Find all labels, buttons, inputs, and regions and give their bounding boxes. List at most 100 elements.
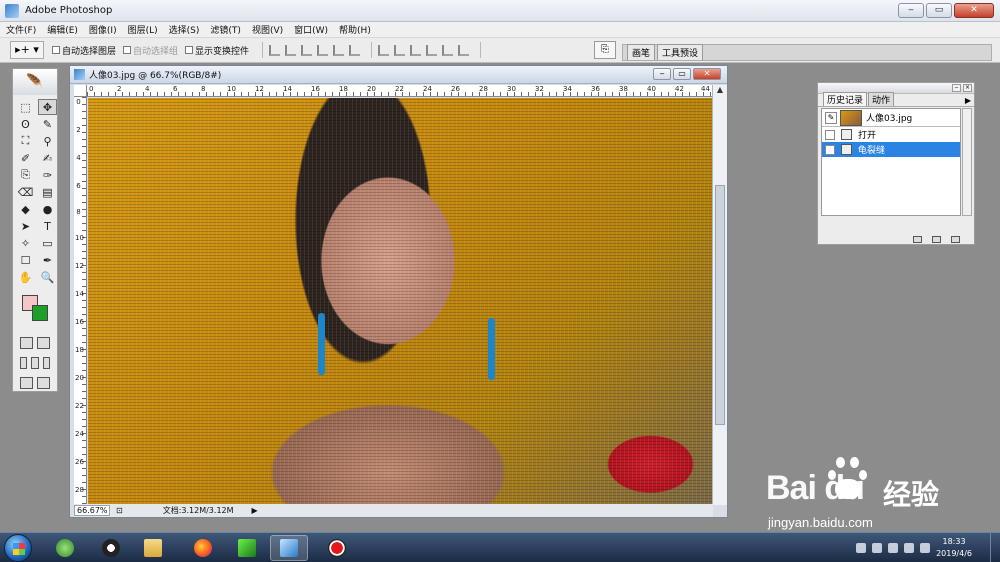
auto-select-layer-checkbox[interactable]: 自动选择图层 [52, 44, 116, 57]
menu-image[interactable]: 图像(I) [89, 23, 117, 36]
minimize-button[interactable]: ‒ [898, 3, 924, 18]
flag-icon[interactable] [888, 543, 899, 553]
status-icon[interactable]: ⊡ [116, 506, 123, 515]
menu-edit[interactable]: 编辑(E) [47, 23, 78, 36]
panel-close-icon[interactable]: × [963, 84, 972, 92]
path-selection-tool-icon[interactable]: ➤ [16, 218, 35, 234]
shape-tool-icon[interactable]: ▭ [38, 235, 57, 251]
checkbox-icon[interactable] [825, 129, 835, 140]
doc-minimize-button[interactable]: ‒ [653, 68, 671, 80]
brush-tool-icon[interactable]: ✍ [38, 150, 57, 166]
new-document-from-state-icon[interactable] [913, 235, 922, 243]
history-brush-tool-icon[interactable]: ✑ [38, 167, 57, 183]
hand-tool-icon[interactable]: ✋ [16, 269, 35, 285]
menu-view[interactable]: 视图(V) [252, 23, 283, 36]
jump-to-bridge-icon[interactable] [37, 377, 50, 389]
menu-file[interactable]: 文件(F) [6, 23, 36, 36]
feather-logo-icon[interactable]: 🪶 [13, 69, 57, 95]
move-tool-icon[interactable]: ✥ [38, 99, 57, 115]
crop-tool-icon[interactable]: ⛶ [16, 133, 35, 149]
vertical-ruler[interactable]: 0 2 4 6 8 10 12 14 16 18 20 22 24 26 28 [74, 97, 87, 505]
distribute-left-icon[interactable] [426, 44, 438, 56]
status-menu-arrow-icon[interactable]: ▶ [252, 506, 258, 515]
palette-well-icon[interactable]: ⎘ [594, 41, 616, 59]
history-snapshot[interactable]: ✎ 人像03.jpg [822, 109, 960, 127]
menu-help[interactable]: 帮助(H) [339, 23, 371, 36]
standard-mode-icon[interactable] [20, 337, 33, 349]
tab-brushes[interactable]: 画笔 [627, 44, 656, 60]
align-left-icon[interactable] [317, 44, 329, 56]
taskbar-qq-icon[interactable] [92, 535, 130, 561]
align-vcenter-icon[interactable] [285, 44, 297, 56]
menu-filter[interactable]: 滤镜(T) [210, 23, 241, 36]
distribute-bottom-icon[interactable] [410, 44, 422, 56]
quick-mask-mode-icon[interactable] [37, 337, 50, 349]
marquee-tool-icon[interactable]: ⬚ [16, 99, 35, 115]
vertical-scrollbar[interactable]: ▲ [712, 85, 727, 505]
dodge-tool-icon[interactable]: ● [38, 201, 57, 217]
zoom-tool-icon[interactable]: 🔍 [38, 269, 57, 285]
scroll-up-icon[interactable]: ▲ [713, 85, 727, 99]
magic-wand-tool-icon[interactable]: ✎ [38, 116, 57, 132]
history-step-selected[interactable]: 龟裂缝 [822, 142, 960, 157]
delete-state-icon[interactable] [951, 235, 960, 243]
doc-close-button[interactable]: ✕ [693, 68, 721, 80]
new-snapshot-icon[interactable] [932, 235, 941, 243]
lasso-tool-icon[interactable]: ʘ [16, 116, 35, 132]
zoom-field[interactable]: 66.67% [74, 505, 110, 516]
horizontal-ruler[interactable]: 0 2 4 6 8 10 12 14 16 18 20 22 24 26 28 … [87, 85, 713, 97]
slice-tool-icon[interactable]: ⚲ [38, 133, 57, 149]
image-canvas[interactable] [88, 98, 713, 505]
align-hcenter-icon[interactable] [333, 44, 345, 56]
network-icon[interactable] [872, 543, 883, 553]
history-brush-source-icon[interactable]: ✎ [825, 111, 837, 124]
doc-restore-button[interactable]: ▭ [673, 68, 691, 80]
distribute-vcenter-icon[interactable] [394, 44, 406, 56]
align-top-icon[interactable] [269, 44, 281, 56]
jump-to-imageready-icon[interactable] [20, 377, 33, 389]
pen-tool-icon[interactable]: ✧ [16, 235, 35, 251]
close-button[interactable]: ✕ [954, 3, 994, 18]
taskbar-browser-icon[interactable] [46, 535, 84, 561]
tab-history[interactable]: 历史记录 [823, 92, 868, 106]
tab-tool-presets[interactable]: 工具预设 [657, 44, 704, 60]
panel-menu-icon[interactable]: ▶ [965, 96, 971, 105]
menu-layer[interactable]: 图层(L) [128, 23, 158, 36]
clone-stamp-tool-icon[interactable]: ⎘ [16, 167, 35, 183]
align-bottom-icon[interactable] [301, 44, 313, 56]
screen-mode-full-icon[interactable] [42, 357, 50, 369]
eraser-tool-icon[interactable]: ⌫ [16, 184, 35, 200]
checkbox-icon[interactable] [825, 144, 835, 155]
background-color-swatch[interactable] [32, 305, 48, 321]
volume-icon[interactable] [904, 543, 915, 553]
start-button[interactable] [4, 534, 32, 562]
clock[interactable]: 18:33 2019/4/6 [936, 536, 972, 560]
screen-mode-standard-icon[interactable] [20, 357, 28, 369]
distribute-hcenter-icon[interactable] [442, 44, 454, 56]
show-transform-controls-checkbox[interactable]: 显示变换控件 [185, 44, 249, 57]
tool-preset-picker[interactable]: ▸+ ▾ [10, 41, 44, 59]
taskbar-record-icon[interactable] [318, 535, 356, 561]
taskbar-firefox-icon[interactable] [184, 535, 222, 561]
taskbar-explorer-icon[interactable] [134, 535, 172, 561]
ruler-origin[interactable] [74, 85, 87, 97]
show-desktop-button[interactable] [990, 533, 1000, 562]
menu-window[interactable]: 窗口(W) [294, 23, 328, 36]
screen-mode-menubar-icon[interactable] [31, 357, 39, 369]
restore-button[interactable]: ▭ [926, 3, 952, 18]
healing-brush-tool-icon[interactable]: ✐ [16, 150, 35, 166]
panel-minimize-icon[interactable]: ‒ [952, 84, 961, 92]
ime-icon[interactable] [920, 543, 931, 553]
align-right-icon[interactable] [349, 44, 361, 56]
menu-select[interactable]: 选择(S) [169, 23, 200, 36]
tab-actions[interactable]: 动作 [868, 92, 895, 106]
keyboard-icon[interactable] [856, 543, 867, 553]
eyedropper-tool-icon[interactable]: ✒ [38, 252, 57, 268]
blur-tool-icon[interactable]: ◆ [16, 201, 35, 217]
taskbar-photoshop-icon[interactable] [270, 535, 308, 561]
scroll-thumb[interactable] [715, 185, 725, 425]
taskbar-media-icon[interactable] [228, 535, 266, 561]
distribute-top-icon[interactable] [378, 44, 390, 56]
notes-tool-icon[interactable]: ☐ [16, 252, 35, 268]
history-scrollbar[interactable] [962, 108, 972, 216]
